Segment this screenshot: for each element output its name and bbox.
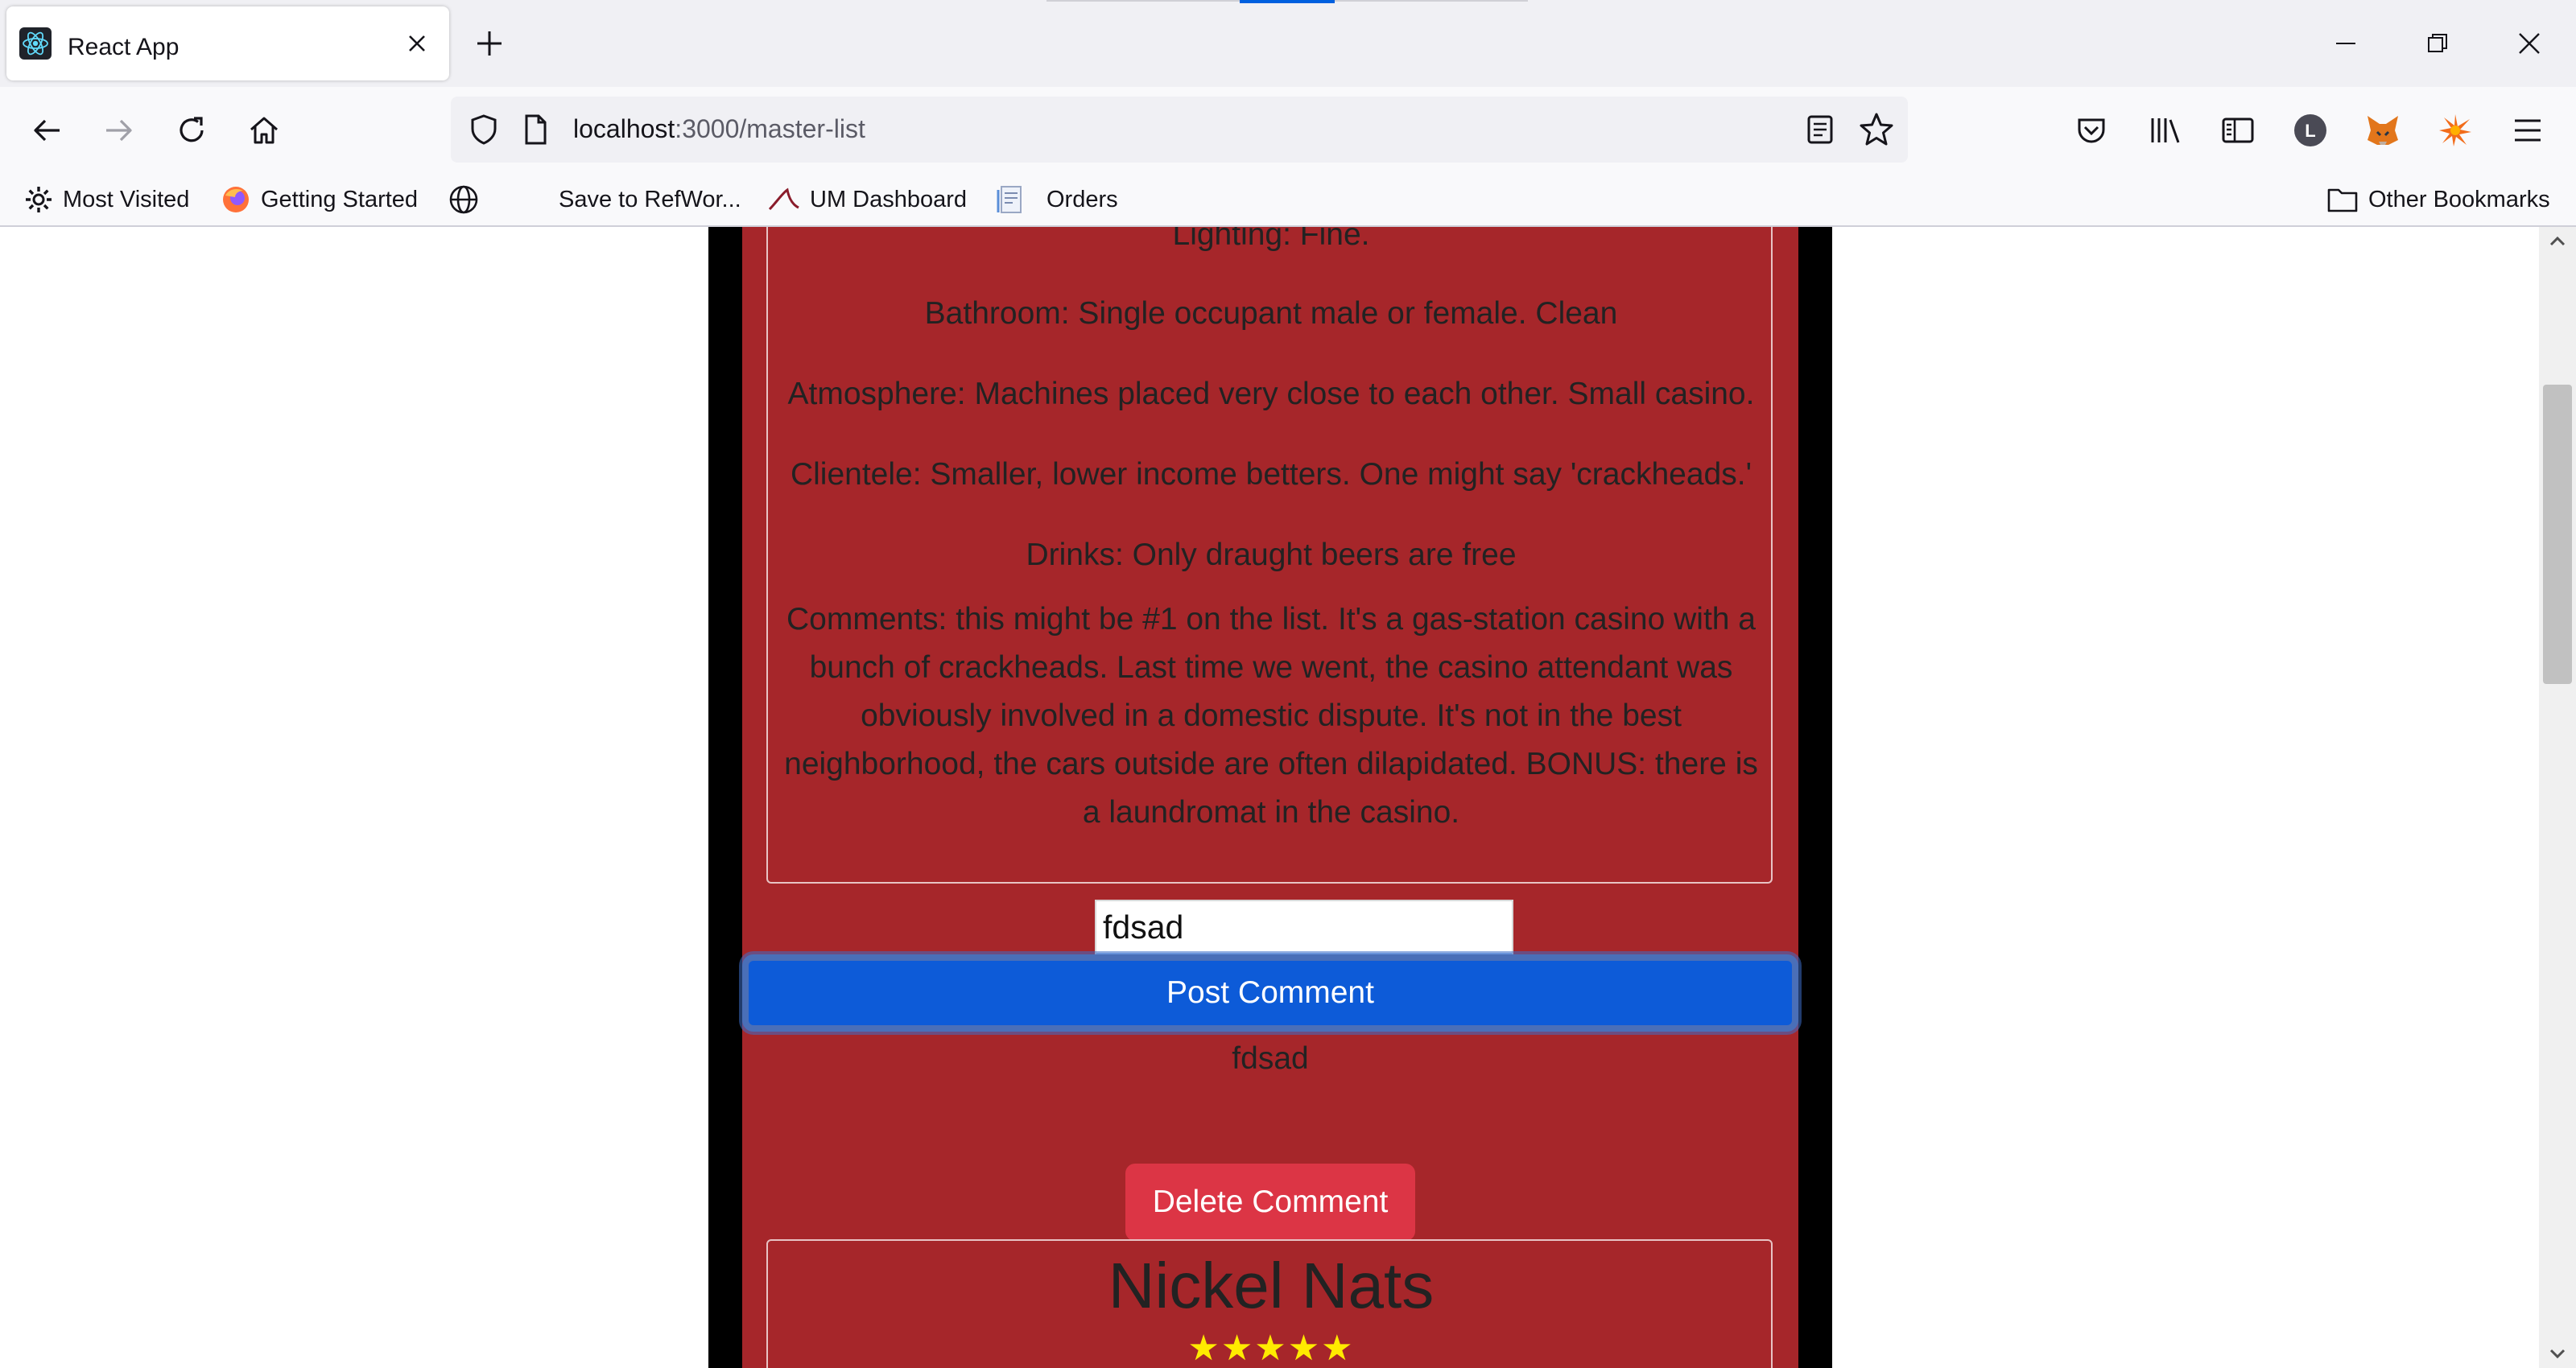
account-avatar[interactable]: L (2288, 108, 2333, 153)
bathroom-text: Bathroom: Single occupant male or female… (924, 296, 1618, 331)
bookmark-um-dashboard[interactable]: UM Dashboard (768, 180, 967, 219)
comments-text: Comments: this might be #1 on the list. … (784, 602, 1758, 830)
restore-icon[interactable] (2415, 21, 2460, 66)
sidebar-icon[interactable] (2215, 108, 2260, 153)
bookmark-most-visited[interactable]: Most Visited (24, 180, 189, 219)
globe-icon (449, 185, 478, 214)
document-icon (997, 186, 1022, 213)
new-tab-icon[interactable] (470, 24, 509, 63)
bookmark-label: Orders (1046, 186, 1118, 212)
lighting-text: Lighting: Fine. (1172, 227, 1370, 252)
tab-strip-line (1046, 0, 1240, 2)
bookmark-star-icon[interactable] (1858, 111, 1895, 148)
reload-icon[interactable] (169, 108, 214, 153)
extension-burst-icon[interactable] (2433, 108, 2478, 153)
gear-icon (26, 187, 52, 212)
bookmark-label: Save to RefWor... (559, 186, 741, 212)
close-tab-icon[interactable] (398, 24, 436, 63)
bookmark-label: Getting Started (261, 186, 419, 212)
hamburger-menu-icon[interactable] (2505, 108, 2550, 153)
scroll-up-arrow-icon[interactable] (2546, 230, 2569, 253)
page-viewport: Lighting: Fine. Bathroom: Single occupan… (0, 227, 2539, 1368)
firefox-icon (223, 187, 249, 212)
vertical-scrollbar[interactable] (2539, 227, 2576, 1368)
clientele-text: Clientele: Smaller, lower income betters… (790, 457, 1752, 492)
react-icon (19, 27, 52, 60)
navigation-bar: localhost:3000/master-list L (0, 87, 2576, 172)
address-bar[interactable]: localhost:3000/master-list (451, 97, 1908, 163)
content-column: Lighting: Fine. Bathroom: Single occupan… (708, 227, 1832, 1368)
url-host: localhost (573, 114, 675, 143)
bookmark-label: Most Visited (63, 186, 190, 212)
posted-comment: fdsad (1232, 1041, 1309, 1076)
bookmark-getting-started[interactable]: Getting Started (221, 180, 418, 219)
library-icon[interactable] (2143, 108, 2188, 153)
tab-strip-line (1335, 0, 1528, 2)
scrollbar-thumb[interactable] (2543, 385, 2572, 684)
forward-arrow-icon[interactable] (97, 108, 142, 153)
bookmark-other-bookmarks[interactable]: Other Bookmarks (2326, 180, 2550, 219)
url-text[interactable]: localhost:3000/master-list (573, 114, 865, 144)
um-swoosh-icon (768, 187, 799, 211)
avatar-initial: L (2305, 121, 2315, 141)
scroll-down-arrow-icon[interactable] (2546, 1342, 2569, 1365)
drinks-text: Drinks: Only draught beers are free (1026, 538, 1517, 572)
atmosphere-text: Atmosphere: Machines placed very close t… (787, 377, 1755, 411)
browser-tab[interactable]: React App (6, 6, 449, 80)
casino-panel: Lighting: Fine. Bathroom: Single occupan… (742, 227, 1798, 1368)
folder-icon (2327, 188, 2358, 212)
tab-bar: React App (0, 0, 2576, 87)
metamask-fox-icon[interactable] (2360, 108, 2405, 153)
url-path: :3000/master-list (675, 114, 865, 143)
bookmark-save-refworks[interactable]: Save to RefWor... (559, 180, 741, 219)
close-window-icon[interactable] (2507, 21, 2552, 66)
back-arrow-icon[interactable] (24, 108, 69, 153)
pocket-icon[interactable] (2069, 108, 2114, 153)
bookmarks-toolbar: Most Visited Getting Started Save to Ref… (0, 172, 2576, 227)
delete-comment-button[interactable]: Delete Comment (1125, 1164, 1415, 1241)
minimize-icon[interactable] (2323, 21, 2368, 66)
comment-input[interactable] (1095, 900, 1513, 958)
casino-card: Lighting: Fine. Bathroom: Single occupan… (766, 227, 1773, 884)
casino-title: Nickel Nats (1108, 1250, 1435, 1321)
bookmark-label: Other Bookmarks (2368, 186, 2550, 212)
bookmark-globe[interactable] (448, 180, 489, 219)
bookmark-label: UM Dashboard (810, 186, 968, 212)
tab-title: React App (68, 34, 180, 60)
shield-icon[interactable] (467, 113, 501, 146)
star-rating: ★★★★★ (1187, 1329, 1355, 1368)
bookmark-orders[interactable]: Orders (995, 180, 1118, 219)
home-icon[interactable] (242, 108, 287, 153)
page-info-icon[interactable] (518, 113, 552, 146)
reader-view-icon[interactable] (1803, 113, 1837, 146)
active-tab-indicator (1240, 0, 1335, 3)
casino-card: Nickel Nats ★★★★★ (766, 1239, 1773, 1368)
post-comment-button[interactable]: Post Comment (742, 954, 1798, 1032)
